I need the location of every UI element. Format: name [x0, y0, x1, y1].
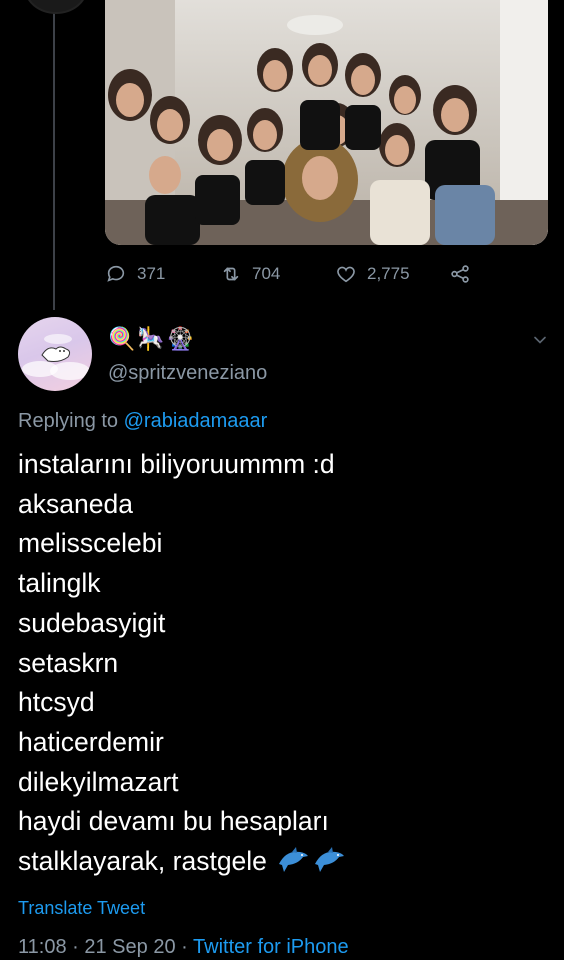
tweet-line: htcsyd	[18, 687, 95, 718]
tweet-line: aksaneda	[18, 488, 133, 519]
replying-to: Replying to @rabiadamaaar	[18, 410, 267, 433]
reply-icon	[107, 265, 125, 282]
lollipop-emoji: 🍭	[108, 326, 136, 351]
retweet-action[interactable]: 704	[220, 263, 280, 285]
tweet-line: dilekyilmazart	[18, 766, 179, 797]
retweet-count: 704	[252, 264, 281, 283]
ferris-wheel-emoji: 🎡	[166, 326, 195, 351]
tweet-source-link[interactable]: Twitter for iPhone	[193, 936, 349, 958]
tweet-line: sudebasyigit	[18, 607, 166, 638]
author-handle[interactable]: @spritzveneziano	[108, 362, 267, 385]
tweet-line: instalarını biliyoruummm :d	[18, 449, 335, 479]
carousel-emoji: 🎠	[137, 326, 165, 351]
tweet-line: setaskrn	[18, 647, 119, 678]
replying-prefix: Replying to	[18, 410, 119, 432]
reply-count: 371	[137, 264, 166, 283]
parent-avatar[interactable]	[24, 0, 88, 14]
meta-separator: ·	[72, 936, 79, 958]
chevron-down-icon[interactable]	[530, 330, 550, 350]
meta-separator: ·	[181, 936, 188, 958]
share-icon	[451, 265, 469, 283]
tweet-line: talinglk	[18, 568, 101, 599]
group-photo-image	[105, 0, 548, 245]
tweet-line-last: stalklayarak, rastgele	[18, 842, 346, 882]
tweet-photo[interactable]	[105, 0, 548, 245]
replying-handle-link[interactable]: @rabiadamaaar	[124, 410, 268, 432]
tweet-actions-bar: 371 704 2,775	[105, 262, 505, 286]
tweet-date: 21 Sep 20	[84, 936, 176, 958]
retweet-icon	[223, 267, 239, 281]
dolphin-icon	[315, 847, 345, 873]
tweet-line-text: stalklayarak, rastgele	[18, 846, 267, 877]
tweet-time: 11:08	[18, 936, 67, 958]
reply-action[interactable]: 371	[105, 263, 165, 285]
translate-tweet-link[interactable]: Translate Tweet	[18, 898, 145, 919]
author-avatar[interactable]	[18, 317, 92, 391]
cloud-hand-illustration	[22, 334, 90, 380]
tweet-text: instalarını biliyoruummm :d aksaneda mel…	[18, 445, 346, 882]
like-count: 2,775	[367, 264, 410, 283]
author-display-name[interactable]: 🍭 🎠 🎡	[108, 326, 194, 354]
dolphin-icon	[279, 847, 309, 873]
tweet-line: melisscelebi	[18, 528, 163, 559]
thread-line	[53, 0, 55, 310]
like-icon	[337, 266, 355, 283]
tweet-line: haydi devamı bu hesapları	[18, 806, 329, 837]
like-action[interactable]: 2,775	[335, 263, 410, 285]
tweet-meta: 11:08 · 21 Sep 20 · Twitter for iPhone	[18, 936, 349, 959]
share-action[interactable]	[449, 263, 471, 285]
tweet-line: haticerdemir	[18, 726, 164, 757]
